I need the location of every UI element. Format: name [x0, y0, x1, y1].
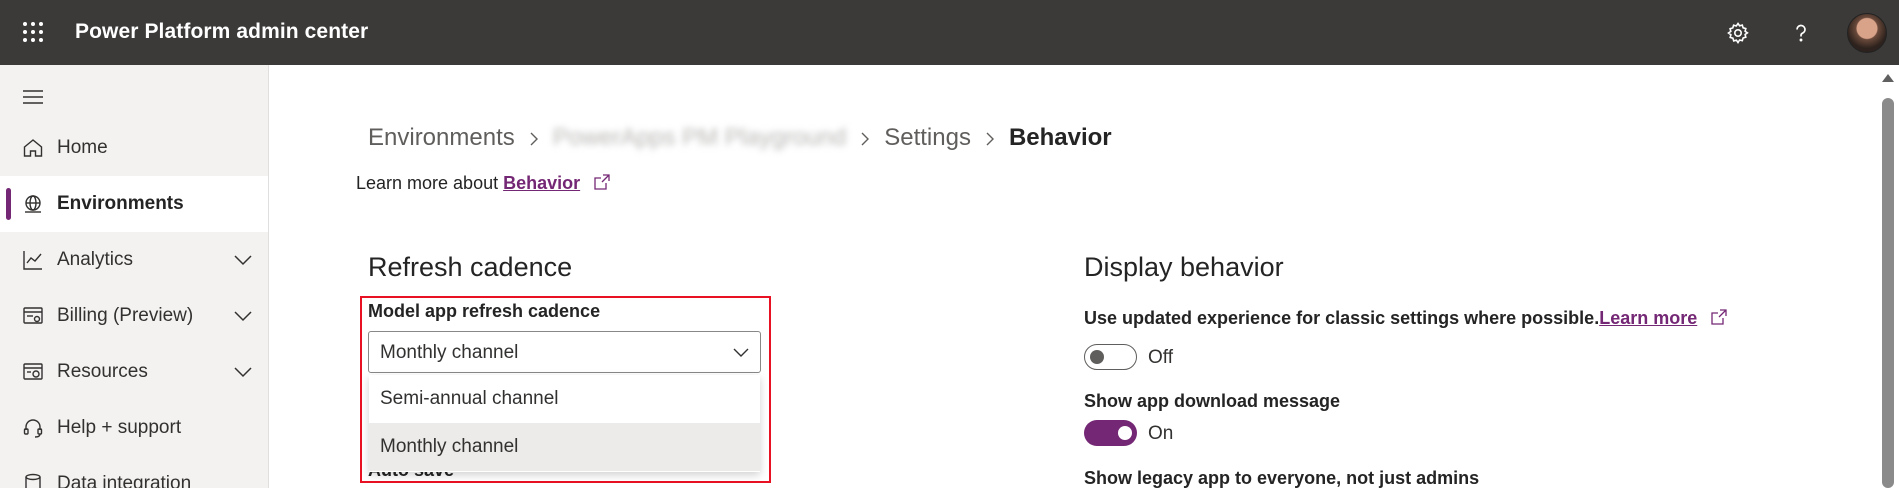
database-icon: [21, 472, 45, 488]
top-header-bar: Power Platform admin center: [0, 0, 1899, 65]
learn-more-text: Learn more about Behavior: [356, 173, 611, 194]
home-icon: [21, 136, 45, 160]
globe-icon: [21, 192, 45, 216]
legacy-app-label: Show legacy app to everyone, not just ad…: [1084, 468, 1480, 488]
breadcrumb-settings[interactable]: Settings: [884, 124, 971, 152]
sidebar-item-label: Data integration: [57, 473, 192, 488]
refresh-cadence-heading: Refresh cadence: [368, 252, 573, 282]
chevron-down-icon: [733, 348, 749, 357]
sidebar-item-help-support[interactable]: Help + support: [0, 400, 268, 456]
model-app-refresh-label: Model app refresh cadence: [368, 301, 601, 321]
chart-icon: [21, 248, 45, 272]
updated-experience-toggle[interactable]: [1084, 344, 1137, 370]
toggle-state-label: Off: [1148, 347, 1173, 368]
sidebar-item-data-integration[interactable]: Data integration: [0, 456, 268, 488]
sidebar-item-label: Resources: [57, 361, 148, 382]
sidebar-item-label: Analytics: [57, 249, 134, 270]
billing-icon: [21, 304, 45, 328]
waffle-icon[interactable]: [21, 20, 45, 44]
learn-more-link[interactable]: Learn more: [1599, 308, 1697, 328]
option-semi-annual-channel[interactable]: Semi-annual channel: [369, 375, 760, 423]
sidebar-item-label: Home: [57, 137, 108, 158]
refresh-cadence-dropdown[interactable]: Monthly channel: [368, 331, 761, 373]
help-icon[interactable]: [1784, 16, 1818, 50]
breadcrumb-environments[interactable]: Environments: [368, 124, 515, 152]
sidebar-item-resources[interactable]: Resources: [0, 344, 268, 400]
learn-more-prefix: Learn more about: [356, 173, 504, 193]
updated-experience-text: Use updated experience for classic setti…: [1084, 308, 1600, 328]
toggle-state-label: On: [1148, 423, 1174, 444]
option-monthly-channel[interactable]: Monthly channel: [369, 423, 760, 471]
chevron-right-icon: [515, 124, 553, 152]
external-link-icon[interactable]: [1710, 308, 1728, 326]
breadcrumb-current-page: Behavior: [1008, 124, 1112, 151]
chevron-down-icon[interactable]: [231, 248, 255, 272]
display-behavior-heading: Display behavior: [1084, 252, 1284, 282]
behavior-link[interactable]: Behavior: [503, 173, 580, 193]
hamburger-icon[interactable]: [21, 85, 45, 109]
sidebar-item-label: Environments: [57, 193, 184, 214]
external-link-icon[interactable]: [593, 173, 611, 191]
headset-icon: [21, 416, 45, 440]
app-download-message-toggle[interactable]: [1084, 420, 1137, 446]
app-title[interactable]: Power Platform admin center: [75, 20, 368, 44]
left-navigation: Home Environments Analytics Billing (Pre…: [0, 65, 269, 488]
sidebar-item-billing[interactable]: Billing (Preview): [0, 288, 268, 344]
chevron-right-icon: [971, 124, 1009, 152]
sidebar-item-label: Help + support: [57, 417, 182, 438]
chevron-right-icon: [846, 124, 884, 152]
sidebar-item-home[interactable]: Home: [0, 120, 268, 176]
app-download-message-label: Show app download message: [1084, 391, 1341, 411]
chevron-down-icon[interactable]: [231, 360, 255, 384]
sidebar-item-environments[interactable]: Environments: [0, 176, 268, 232]
resources-icon: [21, 360, 45, 384]
sidebar-item-label: Billing (Preview): [57, 305, 194, 326]
breadcrumb: Environments PowerApps PM Playground Set…: [368, 124, 1112, 152]
scrollbar-thumb[interactable]: [1882, 98, 1894, 488]
scroll-up-arrow-icon[interactable]: [1882, 74, 1894, 82]
dropdown-listbox: Semi-annual channel Monthly channel: [369, 375, 760, 472]
dropdown-selected-value: Monthly channel: [380, 342, 519, 363]
breadcrumb-environment-name[interactable]: PowerApps PM Playground: [553, 124, 846, 152]
chevron-down-icon[interactable]: [231, 304, 255, 328]
sidebar-item-analytics[interactable]: Analytics: [0, 232, 268, 288]
avatar[interactable]: [1847, 13, 1887, 53]
gear-icon[interactable]: [1721, 16, 1755, 50]
updated-experience-label: Use updated experience for classic setti…: [1084, 308, 1728, 329]
